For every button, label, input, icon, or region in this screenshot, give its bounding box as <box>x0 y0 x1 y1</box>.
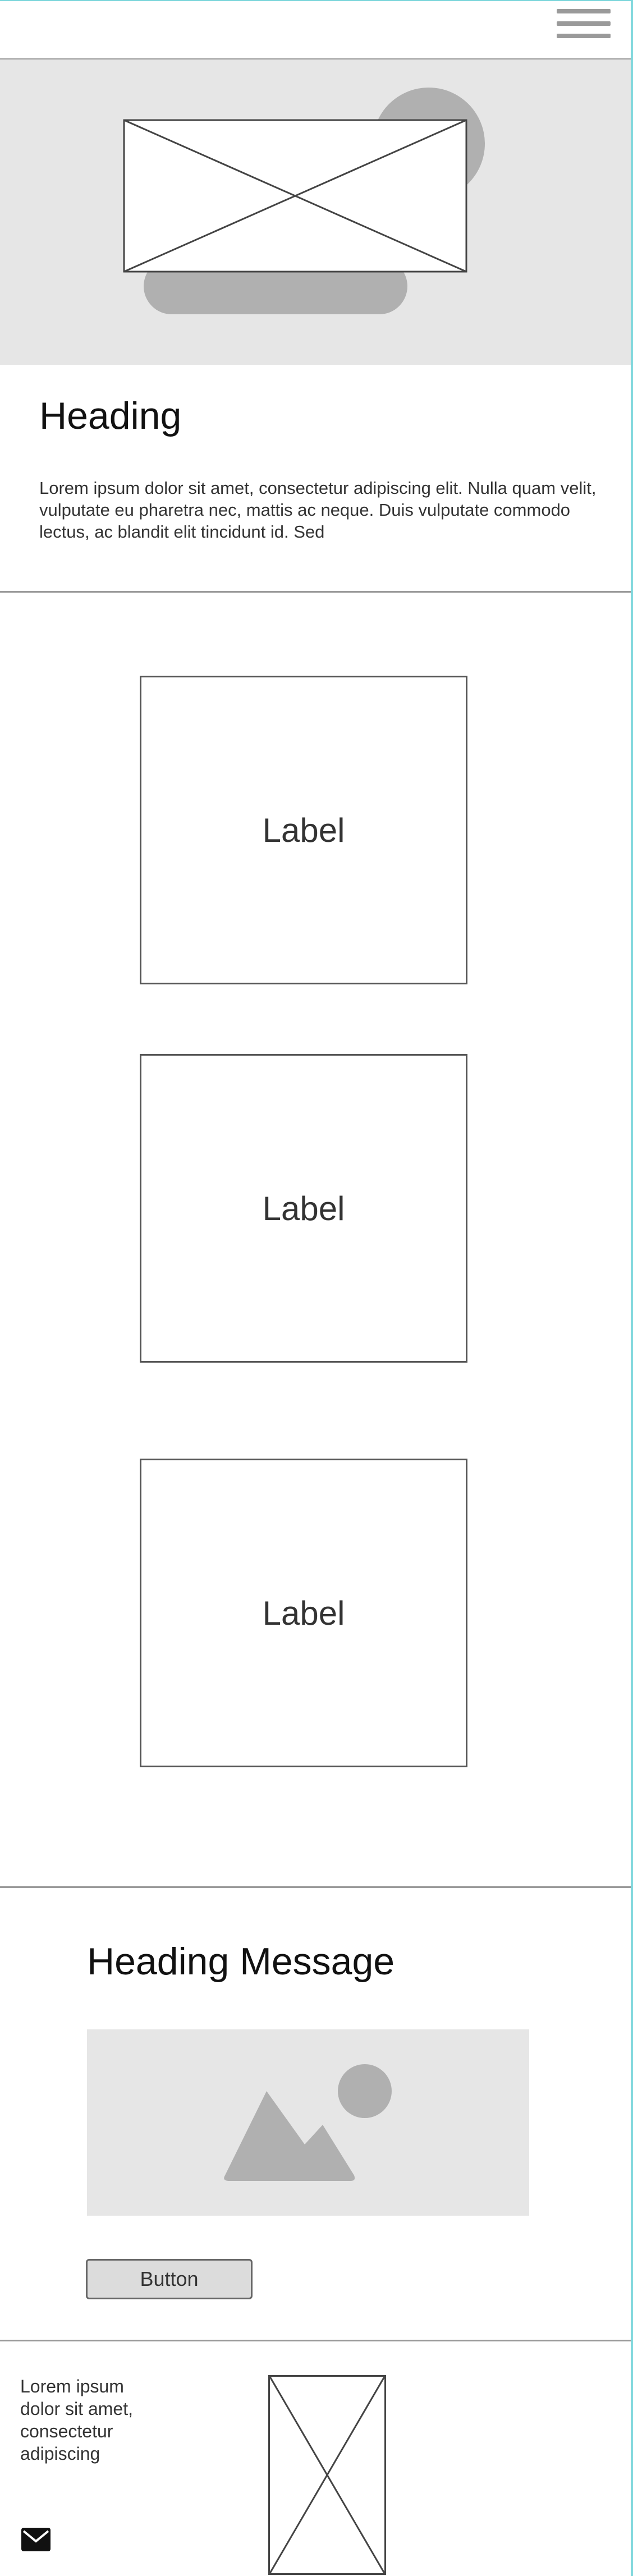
footer: Lorem ipsum dolor sit amet, consectetur … <box>0 2341 631 2576</box>
landscape-image-icon <box>87 2029 529 2216</box>
message-heading: Heading Message <box>87 1940 395 1983</box>
hero-banner <box>0 59 631 365</box>
mail-icon[interactable] <box>20 2525 52 2554</box>
intro-section: Heading Lorem ipsum dolor sit amet, cons… <box>0 365 631 593</box>
image-placeholder-icon <box>123 119 467 273</box>
label-card[interactable]: Label <box>140 676 467 984</box>
viewport-top-edge <box>0 0 633 1</box>
card-label: Label <box>262 811 345 849</box>
card-list: Label Label Label <box>0 593 631 1888</box>
label-card[interactable]: Label <box>140 1054 467 1363</box>
viewport-right-edge <box>631 0 633 2576</box>
hero-illustration <box>123 88 485 314</box>
intro-heading: Heading <box>39 395 182 437</box>
intro-paragraph: Lorem ipsum dolor sit amet, consectetur … <box>39 478 597 542</box>
page-frame: Heading Lorem ipsum dolor sit amet, cons… <box>0 0 633 2576</box>
label-card[interactable]: Label <box>140 1459 467 1767</box>
header-bar <box>0 0 631 59</box>
image-placeholder-icon <box>268 2375 386 2575</box>
hamburger-icon[interactable] <box>557 7 611 42</box>
card-label: Label <box>262 1594 345 1632</box>
hamburger-line <box>557 34 611 38</box>
hamburger-line <box>557 21 611 26</box>
message-section: Heading Message Button <box>0 1888 631 2341</box>
hamburger-line <box>557 9 611 13</box>
card-label: Label <box>262 1189 345 1227</box>
footer-text: Lorem ipsum dolor sit amet, consectetur … <box>20 2376 133 2464</box>
primary-button[interactable]: Button <box>86 2259 253 2299</box>
